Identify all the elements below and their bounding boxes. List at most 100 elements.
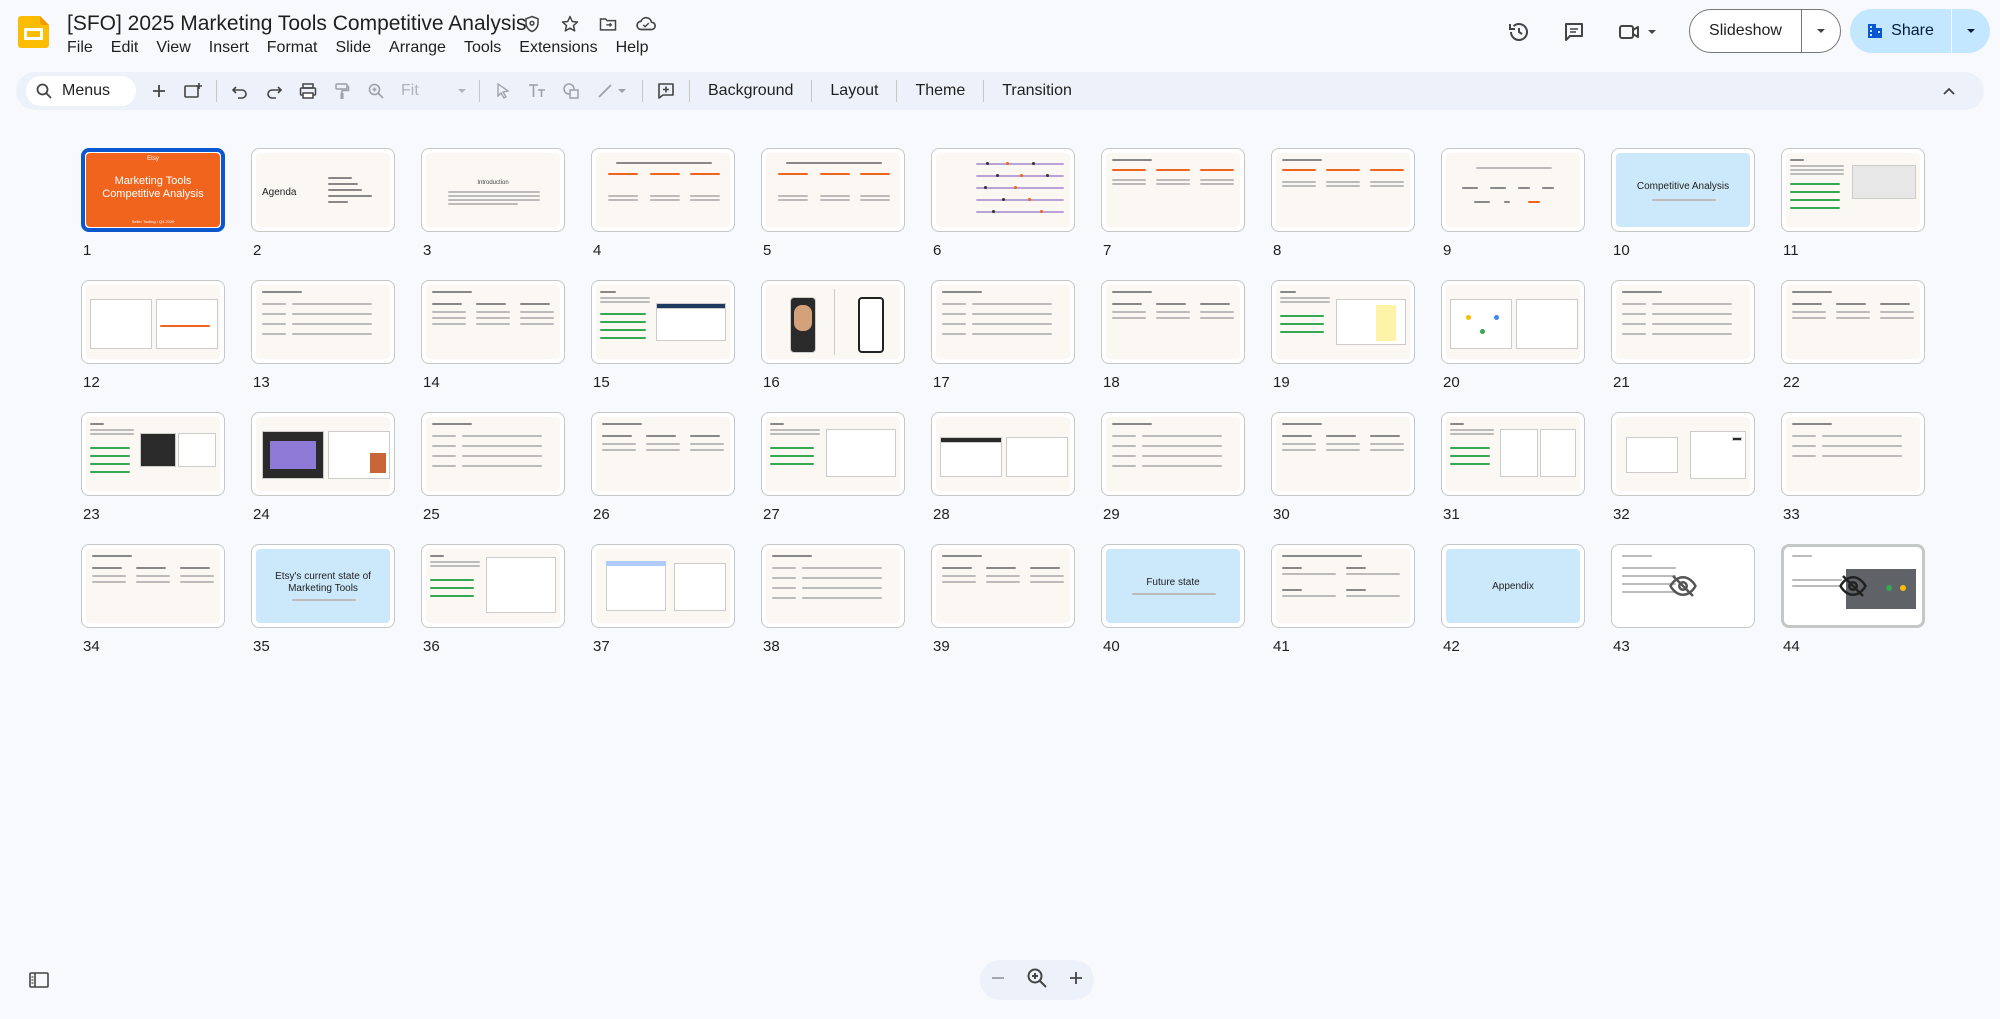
slide-cell[interactable]: 31 [1441, 412, 1585, 526]
slide-cell[interactable]: 27 [761, 412, 905, 526]
slide-cell[interactable]: 21 [1611, 280, 1755, 394]
slide-cell[interactable]: 32 [1611, 412, 1755, 526]
slide-thumbnail[interactable] [1271, 544, 1415, 628]
slide-cell[interactable]: 8 [1271, 148, 1415, 262]
slide-cell[interactable]: 30 [1271, 412, 1415, 526]
slide-thumbnail[interactable] [761, 148, 905, 232]
slide-thumbnail[interactable] [761, 412, 905, 496]
slide-cell[interactable]: 26 [591, 412, 735, 526]
zoom-icon[interactable] [359, 76, 393, 106]
slide-thumbnail[interactable] [1271, 148, 1415, 232]
slide-thumbnail[interactable] [591, 544, 735, 628]
slideshow-button[interactable]: Slideshow [1690, 10, 1802, 52]
slide-thumbnail[interactable] [81, 280, 225, 364]
star-icon[interactable] [558, 12, 582, 36]
slide-thumbnail[interactable] [761, 280, 905, 364]
slide-thumbnail[interactable] [931, 280, 1075, 364]
slide-cell[interactable]: 13 [251, 280, 395, 394]
slide-cell[interactable]: 29 [1101, 412, 1245, 526]
document-title[interactable]: [SFO] 2025 Marketing Tools Competitive A… [67, 12, 527, 36]
slide-thumbnail[interactable] [81, 544, 225, 628]
slide-cell[interactable]: 12 [81, 280, 225, 394]
slide-cell[interactable]: 17 [931, 280, 1075, 394]
slide-cell[interactable]: 18 [1101, 280, 1245, 394]
print-icon[interactable] [291, 76, 325, 106]
slide-thumbnail[interactable] [81, 412, 225, 496]
slide-thumbnail[interactable]: Introduction [421, 148, 565, 232]
slide-thumbnail[interactable] [421, 544, 565, 628]
collapse-toolbar-icon[interactable] [1934, 76, 1964, 106]
slide-thumbnail[interactable]: Agenda [251, 148, 395, 232]
zoom-in-icon[interactable] [1068, 970, 1084, 991]
add-comment-icon[interactable] [649, 76, 683, 106]
slide-thumbnail[interactable] [591, 412, 735, 496]
new-slide-layout-icon[interactable] [176, 76, 210, 106]
select-tool-icon[interactable] [486, 76, 520, 106]
slide-thumbnail[interactable] [1101, 412, 1245, 496]
redo-icon[interactable] [257, 76, 291, 106]
slide-thumbnail[interactable] [421, 280, 565, 364]
menu-tools[interactable]: Tools [455, 37, 510, 59]
slide-thumbnail[interactable] [421, 412, 565, 496]
slide-thumbnail[interactable] [251, 280, 395, 364]
text-box-icon[interactable] [520, 76, 554, 106]
slide-cell[interactable]: Introduction 3 [421, 148, 565, 262]
slide-thumbnail[interactable] [1441, 148, 1585, 232]
slide-cell[interactable]: 11 [1781, 148, 1925, 262]
transition-button[interactable]: Transition [990, 76, 1084, 106]
grid-zoom-icon[interactable] [1026, 967, 1048, 994]
slide-cell[interactable]: 44 [1781, 544, 1925, 658]
zoom-fit-select[interactable]: Fit [393, 76, 473, 106]
slide-thumbnail[interactable] [1441, 412, 1585, 496]
line-tool-icon[interactable] [588, 76, 636, 106]
menus-search[interactable]: Menus [26, 76, 136, 106]
menu-extensions[interactable]: Extensions [510, 37, 606, 59]
menu-insert[interactable]: Insert [200, 37, 258, 59]
version-history-icon[interactable] [1499, 12, 1539, 52]
slide-thumbnail[interactable] [1441, 280, 1585, 364]
slide-thumbnail[interactable] [1781, 412, 1925, 496]
move-folder-icon[interactable] [596, 12, 620, 36]
slide-cell[interactable]: 34 [81, 544, 225, 658]
slide-thumbnail[interactable] [1271, 280, 1415, 364]
undo-icon[interactable] [223, 76, 257, 106]
share-options-button[interactable] [1952, 9, 1990, 53]
theme-button[interactable]: Theme [903, 76, 977, 106]
menu-format[interactable]: Format [258, 37, 327, 59]
new-slide-icon[interactable] [142, 76, 176, 106]
meet-icon[interactable] [1609, 12, 1665, 52]
slide-cell[interactable]: 22 [1781, 280, 1925, 394]
slide-thumbnail[interactable] [251, 412, 395, 496]
slide-cell[interactable]: Competitive Analysis 10 [1611, 148, 1755, 262]
slide-cell[interactable]: 16 [761, 280, 905, 394]
slide-thumbnail[interactable] [1611, 412, 1755, 496]
slide-cell[interactable]: 43 [1611, 544, 1755, 658]
slide-thumbnail[interactable] [931, 544, 1075, 628]
menu-help[interactable]: Help [607, 37, 658, 59]
slide-cell[interactable]: 15 [591, 280, 735, 394]
paint-format-icon[interactable] [325, 76, 359, 106]
slide-thumbnail[interactable] [591, 148, 735, 232]
slide-cell[interactable]: 14 [421, 280, 565, 394]
google-slides-logo[interactable] [18, 16, 52, 48]
comments-icon[interactable] [1554, 12, 1594, 52]
slide-cell[interactable]: Etsy's current state of Marketing Tools … [251, 544, 395, 658]
slide-cell[interactable]: 41 [1271, 544, 1415, 658]
background-button[interactable]: Background [696, 76, 805, 106]
menu-edit[interactable]: Edit [102, 37, 148, 59]
slide-cell[interactable]: 33 [1781, 412, 1925, 526]
slide-cell[interactable]: 39 [931, 544, 1075, 658]
slide-thumbnail[interactable] [1781, 544, 1925, 628]
slide-cell[interactable]: Appendix 42 [1441, 544, 1585, 658]
slide-thumbnail[interactable]: Etsy Marketing Tools Competitive Analysi… [81, 148, 225, 232]
status-icon[interactable] [520, 12, 544, 36]
menu-arrange[interactable]: Arrange [380, 37, 455, 59]
share-button[interactable]: Share [1850, 9, 1952, 53]
zoom-out-icon[interactable] [990, 970, 1006, 991]
slide-thumbnail[interactable] [1611, 544, 1755, 628]
slide-cell[interactable]: 7 [1101, 148, 1245, 262]
slide-cell[interactable]: 5 [761, 148, 905, 262]
cloud-saved-icon[interactable] [634, 12, 658, 36]
slide-thumbnail[interactable] [1101, 148, 1245, 232]
slide-cell[interactable]: 24 [251, 412, 395, 526]
